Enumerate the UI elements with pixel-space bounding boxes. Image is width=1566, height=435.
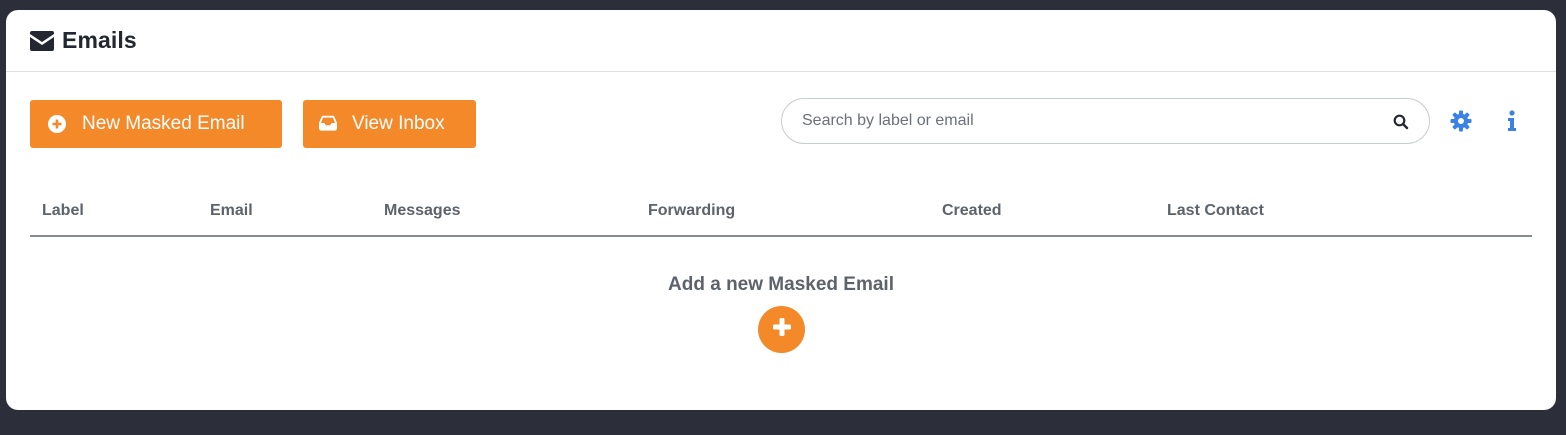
column-header-last-contact[interactable]: Last Contact [1167, 202, 1264, 220]
info-icon[interactable] [1506, 110, 1518, 132]
search-icon[interactable] [1393, 114, 1409, 130]
gear-icon[interactable] [1450, 110, 1472, 132]
toolbar: New Masked Email View Inbox [30, 98, 1532, 148]
column-header-label[interactable]: Label [42, 202, 84, 220]
view-inbox-button[interactable]: View Inbox [303, 100, 476, 148]
column-header-forwarding[interactable]: Forwarding [648, 202, 735, 220]
column-header-created[interactable]: Created [942, 202, 1002, 220]
column-header-email[interactable]: Email [210, 202, 253, 220]
search-input[interactable] [802, 112, 1362, 130]
view-inbox-label: View Inbox [352, 113, 445, 134]
table-header: Label Email Messages Forwarding Created … [30, 191, 1532, 237]
card-header: Emails [6, 10, 1556, 72]
plus-icon [772, 317, 792, 342]
inbox-icon [319, 115, 337, 133]
search-box [781, 98, 1430, 144]
plus-circle-icon [48, 115, 66, 133]
new-masked-email-label: New Masked Email [82, 113, 245, 134]
empty-state-text: Add a new Masked Email [668, 274, 894, 295]
empty-state: Add a new Masked Email [6, 274, 1556, 353]
column-header-messages[interactable]: Messages [384, 202, 461, 220]
page-title: Emails [62, 27, 137, 53]
add-masked-email-button[interactable] [758, 306, 805, 353]
emails-card: Emails New Masked Email View Inbox Searc… [6, 10, 1556, 410]
envelope-icon [30, 31, 54, 51]
new-masked-email-button[interactable]: New Masked Email [30, 100, 282, 148]
